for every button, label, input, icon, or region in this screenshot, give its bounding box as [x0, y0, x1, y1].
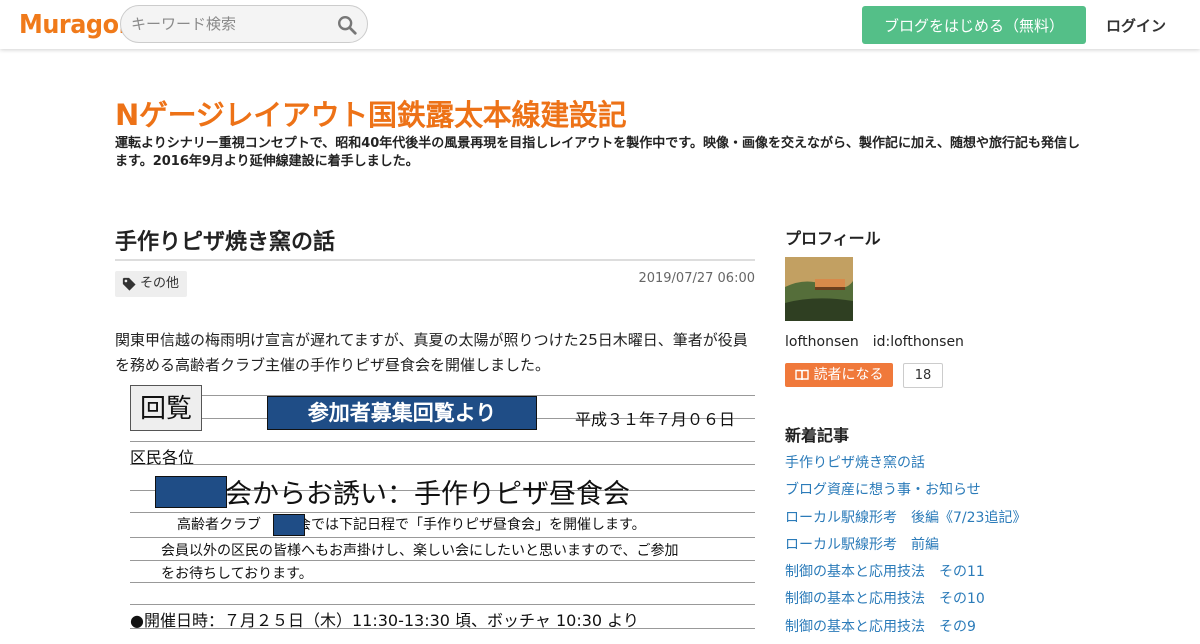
book-icon — [794, 369, 809, 381]
profile-name[interactable]: lofthonsen id:lofthonsen — [785, 331, 964, 351]
notice-line-1b: 会では下記日程で「手作りピザ昼食会」を開催します。 — [297, 517, 646, 533]
article-body: 関東甲信越の梅雨明け宣言が遅れてますが、真夏の太陽が照りつけた25日木曜日、筆者… — [115, 331, 748, 374]
notice-line-3: をお待ちしております。 — [161, 566, 313, 582]
notice-line-1: 高齢者クラブ 会では下記日程で「手作りピザ昼食会」を開催します。 — [177, 514, 646, 534]
category-tag[interactable]: その他 — [115, 271, 188, 297]
addressee: 区民各位 — [130, 448, 195, 467]
rule-line — [130, 560, 755, 561]
notice-line-4: ●開催日時：７月２５日（木）11:30-13:30 頃、ボッチャ 10:30 よ… — [130, 611, 639, 630]
title-divider — [115, 259, 755, 261]
muragon-logo[interactable]: Muragon — [19, 8, 136, 42]
recruitment-banner: 参加者募集回覧より — [267, 396, 537, 430]
rule-line — [130, 464, 755, 465]
recent-post-link[interactable]: ブログ資産に想う事・お知らせ — [785, 482, 981, 498]
list-item: ローカル駅線形考 前編 — [785, 535, 1026, 562]
invitation-heading: 会からお誘い：手作りピザ昼食会 — [225, 479, 630, 510]
subscribe-button[interactable]: 読者になる — [785, 363, 893, 387]
list-item: 制御の基本と応用技法 その9 — [785, 617, 1026, 644]
profile-heading: プロフィール — [785, 229, 881, 248]
search-box[interactable] — [120, 5, 368, 43]
search-icon[interactable] — [336, 14, 358, 36]
login-link[interactable]: ログイン — [1106, 15, 1166, 36]
start-blog-button[interactable]: ブログをはじめる（無料） — [862, 6, 1086, 44]
redacted-block — [273, 514, 305, 536]
avatar-image — [785, 257, 853, 321]
redacted-block — [155, 476, 227, 508]
circular-label-box: 回覧 — [130, 385, 202, 431]
recent-post-link[interactable]: ローカル駅線形考 前編 — [785, 537, 939, 553]
subscribe-button-label: 読者になる — [813, 367, 884, 383]
article-image[interactable]: 回覧 参加者募集回覧より 平成３１年７月０６日 区民各位 会からお誘い：手作りピ… — [125, 382, 755, 630]
notice-date: 平成３１年７月０６日 — [575, 410, 736, 429]
rule-line — [130, 512, 755, 513]
recent-post-link[interactable]: 制御の基本と応用技法 その11 — [785, 564, 985, 580]
list-item: 制御の基本と応用技法 その10 — [785, 589, 1026, 616]
rule-line — [130, 604, 755, 605]
search-input[interactable] — [131, 14, 331, 34]
reader-count: 18 — [903, 363, 943, 388]
category-tag-label: その他 — [140, 276, 180, 291]
rule-line — [130, 441, 755, 442]
list-item: 制御の基本と応用技法 その11 — [785, 562, 1026, 589]
blog-title[interactable]: Nゲージレイアウト国鉄露太本線建設記 — [115, 92, 627, 134]
notice-line-1a: 高齢者クラブ — [177, 517, 261, 533]
blog-description: 運転よりシナリー重視コンセプトで、昭和40年代後半の風景再現を目指しレイアウトを… — [115, 136, 1081, 169]
recent-post-link[interactable]: 手作りピザ焼き窯の話 — [785, 455, 925, 471]
recent-post-link[interactable]: 制御の基本と応用技法 その9 — [785, 619, 976, 635]
list-item: ローカル駅線形考 後編《7/23追記》 — [785, 508, 1026, 535]
recent-post-link[interactable]: 制御の基本と応用技法 その10 — [785, 591, 985, 607]
avatar[interactable] — [785, 257, 853, 321]
rule-line — [130, 537, 755, 538]
recent-post-link[interactable]: ローカル駅線形考 後編《7/23追記》 — [785, 510, 1026, 526]
article-title[interactable]: 手作りピザ焼き窯の話 — [115, 224, 335, 256]
recent-posts-heading: 新着記事 — [785, 426, 850, 445]
top-navigation-bar: Muragon ブログをはじめる（無料） ログイン — [0, 0, 1200, 49]
tag-icon — [122, 277, 136, 291]
recent-posts-list: 手作りピザ焼き窯の話 ブログ資産に想う事・お知らせ ローカル駅線形考 後編《7/… — [785, 453, 1026, 644]
list-item: 手作りピザ焼き窯の話 — [785, 453, 1026, 480]
post-date: 2019/07/27 06:00 — [638, 271, 755, 286]
notice-line-2: 会員以外の区民の皆様へもお声掛けし、楽しい会にしたいと思いますので、ご参加 — [161, 543, 679, 559]
list-item: ブログ資産に想う事・お知らせ — [785, 480, 1026, 507]
